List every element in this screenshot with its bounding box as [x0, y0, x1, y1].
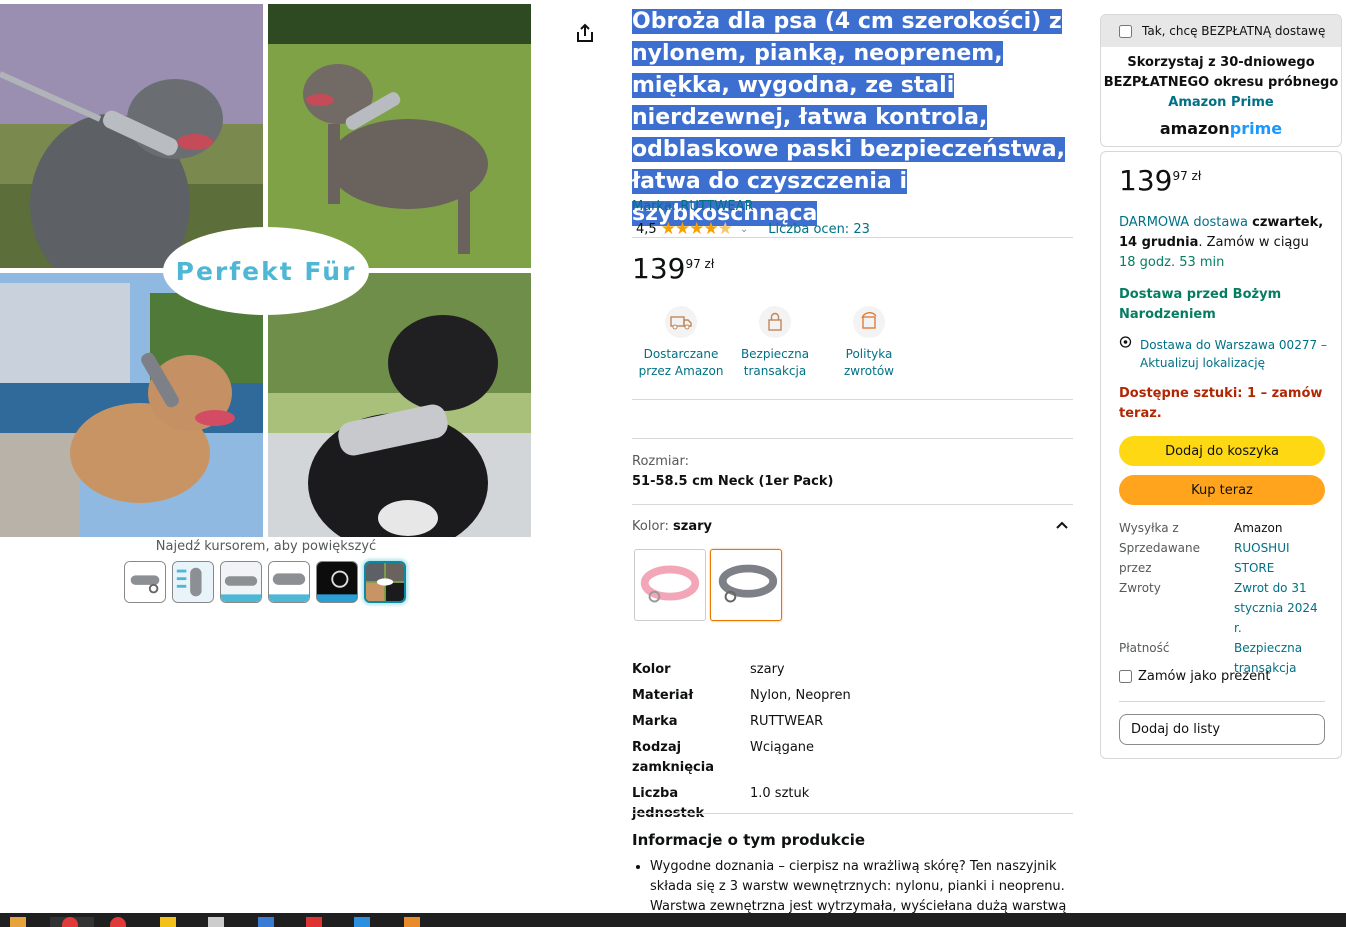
free-delivery-link[interactable]: DARMOWA dostawa [1119, 215, 1248, 230]
seller-info: Wysyłka z Amazon Sprzedawane przez RUOSHUI… [1119, 518, 1326, 678]
spec-row: Rodzaj zamknięcia Wciągane [632, 740, 815, 775]
dog-photo-grey-leash [0, 4, 263, 268]
thumbnail-2[interactable] [172, 561, 214, 603]
badge-return-policy[interactable]: Polityka zwrotów [822, 306, 916, 380]
spec-row: Marka RUTTWEAR [632, 714, 824, 729]
spec-row: Kolor szary [632, 662, 785, 677]
buy-box: 13997 zł DARMOWA dostawa czwartek, 14 gr… [1100, 151, 1342, 759]
returns-row: Zwroty Zwrot do 31 stycznia 2024 r. [1119, 578, 1326, 638]
folder-icon[interactable] [10, 917, 26, 927]
swatch-grey-selected[interactable] [710, 549, 782, 621]
trust-badges: Dostarczane przez Amazon Bezpieczna tran… [634, 306, 916, 380]
app-icon[interactable] [306, 917, 322, 927]
swatch-pink[interactable] [634, 549, 706, 621]
brand-link[interactable]: Marka: RUTTWEAR [632, 199, 754, 214]
prime-checkbox[interactable] [1119, 24, 1132, 38]
badge-secure-transaction[interactable]: Bezpieczna transakcja [728, 306, 822, 380]
star-rating-icon[interactable]: ★★★★★ [661, 219, 733, 239]
color-label: Kolor: szary [632, 519, 712, 534]
app-icon[interactable] [208, 917, 224, 927]
chevron-down-icon[interactable]: ⌄ [740, 224, 748, 235]
prime-offer-box: Tak, chcę BEZPŁATNĄ dostawę Skorzystaj z… [1100, 14, 1342, 147]
spec-row: Materiał Nylon, Neopren [632, 688, 851, 703]
dog-photo-building [0, 273, 263, 537]
size-value[interactable]: 51-58.5 cm Neck (1er Pack) [632, 474, 833, 489]
add-to-cart-button[interactable]: Dodaj do koszyka [1119, 436, 1325, 466]
gift-option[interactable]: Zamów jako prezent [1119, 669, 1270, 684]
perfekt-fur-overlay: Perfekt Für [163, 227, 369, 315]
browser-icon[interactable] [62, 917, 78, 927]
rating-value: 4,5 [636, 221, 657, 237]
divider [632, 399, 1073, 400]
bullet-item: Wygodne doznania – cierpisz na wrażliwą … [650, 857, 1070, 917]
location-pin-icon [1119, 336, 1133, 372]
zoom-hint: Najedź kursorem, aby powiększyć [155, 539, 377, 554]
dog-photo-standing-grass [268, 4, 531, 268]
gift-checkbox[interactable] [1119, 670, 1132, 683]
amazon-prime-logo: amazonprime [1159, 119, 1283, 138]
rating-count-link[interactable]: Liczba ocen: 23 [768, 222, 870, 237]
product-specs: Kolor szary Materiał Nylon, Neopren Marka R… [632, 660, 950, 830]
delivery-truck-icon [665, 306, 697, 338]
returns-link[interactable]: Zwrot do 31 stycznia 2024 r. [1234, 578, 1326, 638]
thumbnail-6-selected[interactable] [364, 561, 406, 603]
amazon-prime-link[interactable]: Amazon Prime [1101, 93, 1341, 113]
ships-from-row: Wysyłka z Amazon [1119, 521, 1283, 535]
thumbnail-strip [124, 561, 406, 603]
divider [632, 438, 1073, 439]
delivery-location-link[interactable]: Dostawa do Warszawa 00277 – Aktualizuj l… [1119, 336, 1329, 372]
product-image-gallery[interactable]: Perfekt Für [0, 4, 532, 537]
rating-summary: 4,5 ★★★★★ ⌄ Liczba ocen: 23 [636, 219, 870, 239]
thumbnail-1[interactable] [124, 561, 166, 603]
sold-by-row: Sprzedawane przez RUOSHUI STORE [1119, 538, 1326, 578]
divider [632, 504, 1073, 505]
product-info-heading: Informacje o tym produkcie [632, 831, 866, 849]
app-icon[interactable] [354, 917, 370, 927]
divider [632, 813, 1073, 814]
app-icon[interactable] [258, 917, 274, 927]
dog-photo-black-dog [268, 273, 531, 537]
app-icon[interactable] [110, 917, 126, 927]
thumbnail-5[interactable] [316, 561, 358, 603]
chevron-up-icon[interactable] [1056, 518, 1068, 532]
size-label: Rozmiar: [632, 454, 689, 469]
thumbnail-3[interactable] [220, 561, 262, 603]
divider [1119, 701, 1325, 702]
product-price: 13997 zł [632, 252, 715, 285]
share-icon[interactable] [574, 22, 596, 44]
color-swatches [634, 549, 782, 621]
product-bullets: Wygodne doznania – cierpisz na wrażliwą … [650, 857, 1070, 917]
add-to-list-button[interactable]: Dodaj do listy [1119, 714, 1325, 745]
app-icon[interactable] [160, 917, 176, 927]
stock-status: Dostępne sztuki: 1 – zamów teraz. [1119, 386, 1323, 421]
app-icon[interactable] [404, 917, 420, 927]
buy-now-button[interactable]: Kup teraz [1119, 475, 1325, 505]
lock-icon [759, 306, 791, 338]
buybox-price: 13997 zł [1119, 164, 1202, 197]
os-taskbar [0, 913, 1346, 927]
prime-free-delivery-option[interactable]: Tak, chcę BEZPŁATNĄ dostawę [1101, 15, 1341, 47]
spec-row: Liczba jednostek 1.0 sztuk [632, 786, 810, 821]
delivery-info: DARMOWA dostawa czwartek, 14 grudnia. Za… [1119, 215, 1324, 270]
christmas-delivery-note: Dostawa przed Bożym Narodzeniem [1119, 287, 1282, 322]
divider [632, 237, 1073, 238]
thumbnail-4[interactable] [268, 561, 310, 603]
seller-link[interactable]: RUOSHUI STORE [1234, 538, 1326, 578]
badge-delivered-by-amazon[interactable]: Dostarczane przez Amazon [634, 306, 728, 380]
return-icon [853, 306, 885, 338]
product-title: Obroża dla psa (4 cm szerokości) z nylon… [632, 9, 1065, 226]
prime-trial-text: Skorzystaj z 30-dniowego BEZPŁATNEGO okr… [1101, 53, 1341, 113]
